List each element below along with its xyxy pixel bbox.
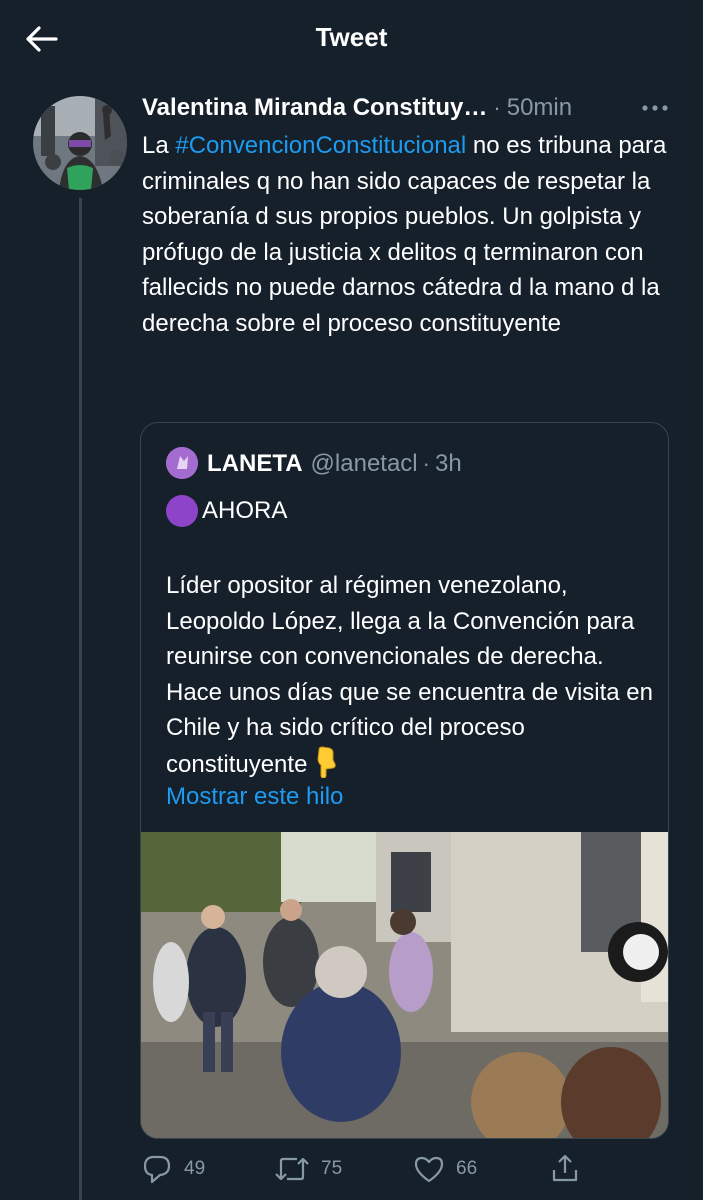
retweet-button[interactable]: 75	[273, 1150, 342, 1188]
show-thread-link[interactable]: Mostrar este hilo	[166, 783, 343, 811]
quoted-tweet-image[interactable]	[141, 832, 668, 1138]
like-count: 66	[456, 1158, 478, 1179]
more-options-button[interactable]	[638, 94, 672, 122]
tweet-text-body: no es tribuna para criminales q no han s…	[142, 132, 667, 337]
retweet-count: 75	[321, 1158, 343, 1179]
tweet-timestamp[interactable]: 50min	[507, 94, 572, 122]
purple-circle-icon	[166, 495, 198, 527]
quoted-tweet-header: LANETA @lanetacl · 3h	[207, 447, 462, 481]
heart-icon	[414, 1156, 444, 1183]
page-title: Tweet	[315, 22, 388, 52]
quoted-author-name[interactable]: LANETA	[207, 450, 303, 478]
thread-line	[79, 198, 82, 1200]
tweet-action-bar: 49 75 66	[140, 1150, 590, 1190]
pointing-down-icon	[313, 745, 339, 789]
quoted-tweet-text: Líder opositor al régimen venezolano, Le…	[166, 568, 656, 788]
tweet-text: La #ConvencionConstitucional no es tribu…	[142, 128, 672, 341]
share-button[interactable]	[548, 1150, 582, 1188]
headline-text: AHORA	[202, 497, 288, 524]
quoted-author-avatar[interactable]	[166, 447, 198, 479]
more-horizontal-icon	[642, 105, 668, 111]
reply-count: 49	[184, 1158, 206, 1179]
separator-dot: ·	[422, 451, 430, 476]
like-button[interactable]: 66	[412, 1150, 477, 1188]
reply-button[interactable]: 49	[140, 1150, 205, 1188]
retweet-icon	[275, 1157, 309, 1181]
tweet-header: Valentina Miranda Constituy… · 50min	[142, 92, 682, 124]
quoted-tweet-body: Líder opositor al régimen venezolano, Le…	[166, 572, 653, 778]
share-icon	[552, 1154, 578, 1182]
separator-dot: ·	[493, 95, 501, 120]
quoted-author-handle[interactable]: @lanetacl	[311, 450, 418, 478]
author-avatar[interactable]	[33, 96, 127, 190]
hashtag-link[interactable]: #ConvencionConstitucional	[175, 132, 466, 159]
author-name[interactable]: Valentina Miranda Constituy…	[142, 94, 487, 122]
quoted-tweet-card[interactable]: LANETA @lanetacl · 3h AHORA Líder oposit…	[140, 422, 669, 1139]
reply-icon	[143, 1155, 171, 1184]
tweet-text-prefix: La	[142, 132, 176, 159]
quoted-tweet-headline: AHORA	[166, 494, 287, 528]
quoted-tweet-timestamp[interactable]: 3h	[435, 450, 462, 478]
top-bar: Tweet	[0, 0, 703, 76]
